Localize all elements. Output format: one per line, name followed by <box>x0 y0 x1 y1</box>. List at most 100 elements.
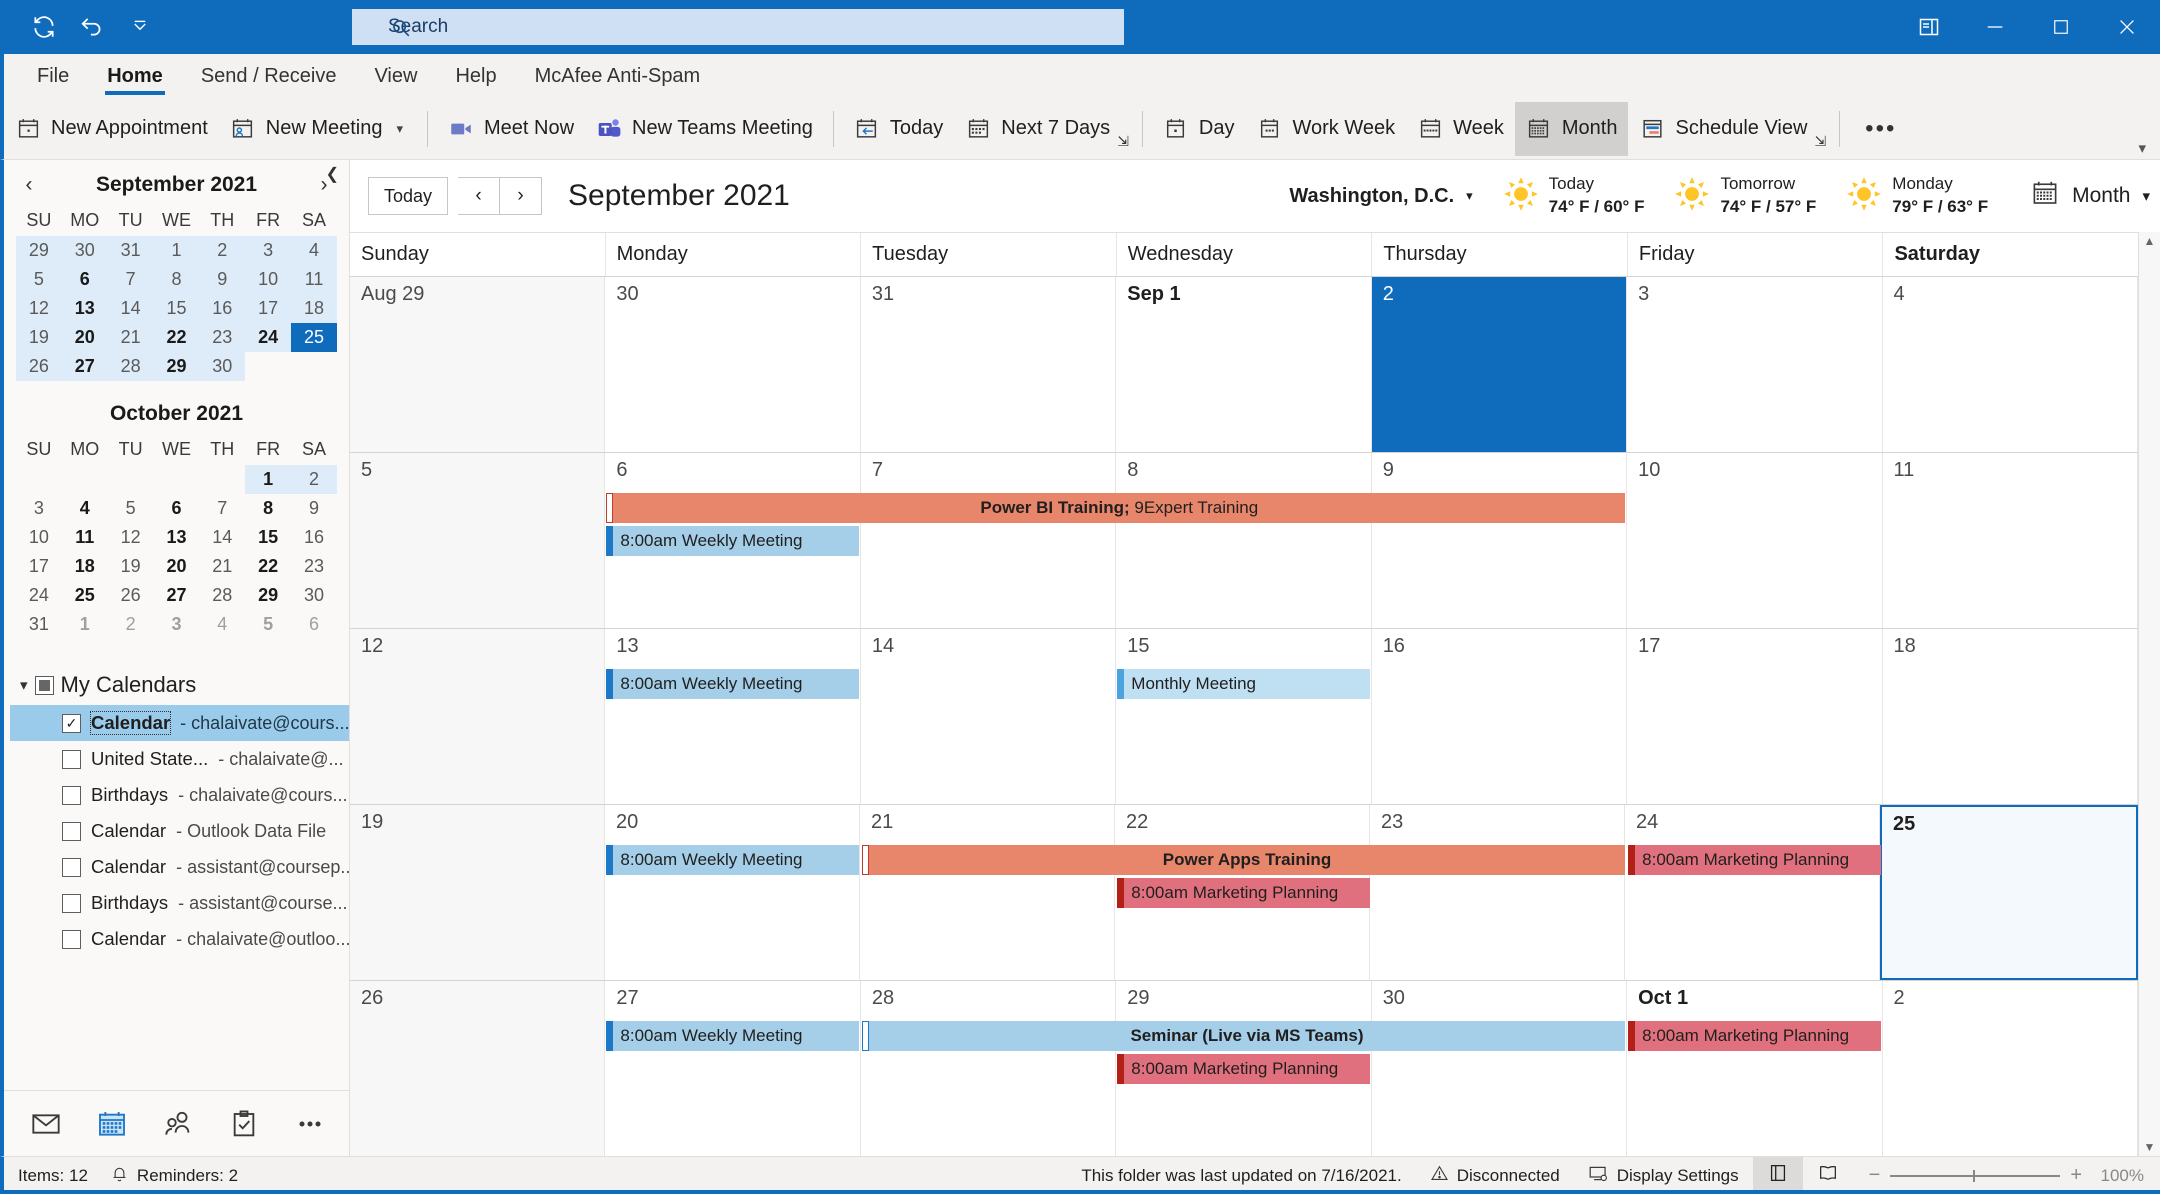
mini-cal-day[interactable]: 16 <box>291 523 337 552</box>
calendar-icon[interactable] <box>88 1100 136 1148</box>
zoom-track[interactable] <box>1890 1175 2060 1177</box>
calendar-event[interactable]: 8:00am Weekly Meeting <box>606 669 858 699</box>
tab-home[interactable]: Home <box>88 56 182 98</box>
chevron-down-icon[interactable]: ▾ <box>2142 187 2150 205</box>
previous-period-button[interactable]: ‹ <box>458 177 500 215</box>
today-button[interactable]: Today <box>843 102 954 156</box>
mini-cal-day[interactable]: 13 <box>62 294 108 323</box>
mini-cal-day[interactable]: 30 <box>199 352 245 381</box>
work-week-view-button[interactable]: Work Week <box>1246 102 1407 156</box>
calendar-checkbox[interactable]: ✓ <box>62 714 81 733</box>
calendar-vertical-scrollbar[interactable]: ▲ ▼ <box>2138 232 2160 1156</box>
mini-cal-day[interactable]: 8 <box>154 265 200 294</box>
mini-cal-day[interactable]: 24 <box>245 323 291 352</box>
mini-cal-prev-icon[interactable]: ‹ <box>16 173 42 197</box>
mini-cal-day[interactable]: 21 <box>199 552 245 581</box>
mini-cal-day[interactable]: 4 <box>291 236 337 265</box>
mini-cal-day[interactable]: 22 <box>245 552 291 581</box>
mini-cal-day[interactable]: 1 <box>62 610 108 639</box>
calendar-list-item[interactable]: Calendar- Outlook Data File <box>10 813 349 849</box>
tab-help[interactable]: Help <box>436 56 515 98</box>
reading-view-button[interactable] <box>1803 1157 1853 1194</box>
mini-cal-day[interactable]: 8 <box>245 494 291 523</box>
weather-monday[interactable]: Monday 79° F / 63° F <box>1846 173 1988 219</box>
new-teams-meeting-button[interactable]: New Teams Meeting <box>585 102 824 156</box>
calendar-list-item[interactable]: Calendar- assistant@coursep... <box>10 849 349 885</box>
scrollbar-track[interactable] <box>2143 248 2157 1140</box>
tab-view[interactable]: View <box>355 56 436 98</box>
reminders-indicator[interactable]: Reminders: 2 <box>110 1157 238 1194</box>
mini-cal-day[interactable]: 6 <box>154 494 200 523</box>
mini-cal-day[interactable]: 9 <box>291 494 337 523</box>
mini-cal-day[interactable]: 28 <box>108 352 154 381</box>
week-view-button[interactable]: Week <box>1406 102 1515 156</box>
mini-cal-day[interactable]: 3 <box>154 610 200 639</box>
mini-cal-day[interactable]: 5 <box>16 265 62 294</box>
tab-send-receive[interactable]: Send / Receive <box>182 56 356 98</box>
mini-cal-day[interactable]: 29 <box>16 236 62 265</box>
chevron-down-icon[interactable]: ▾ <box>20 676 28 694</box>
mini-cal-day[interactable]: 19 <box>16 323 62 352</box>
next-7-days-button[interactable]: Next 7 Days <box>954 102 1121 156</box>
mini-cal-day[interactable]: 20 <box>62 323 108 352</box>
mini-cal-day[interactable]: 6 <box>62 265 108 294</box>
mini-cal-day[interactable]: 10 <box>16 523 62 552</box>
calendar-event[interactable]: Seminar (Live via MS Teams) <box>862 1021 1625 1051</box>
maximize-icon[interactable] <box>2028 0 2094 54</box>
mini-cal-day[interactable]: 23 <box>291 552 337 581</box>
calendar-event[interactable]: 8:00am Weekly Meeting <box>606 526 858 556</box>
weather-tomorrow[interactable]: Tomorrow 74° F / 57° F <box>1674 173 1816 219</box>
mini-cal-day[interactable]: 14 <box>199 523 245 552</box>
calendar-checkbox[interactable] <box>62 786 81 805</box>
mini-cal-day[interactable]: 29 <box>245 581 291 610</box>
mini-cal-day[interactable]: 4 <box>62 494 108 523</box>
mini-cal-day[interactable]: 27 <box>154 581 200 610</box>
calendar-event[interactable]: 8:00am Marketing Planning <box>1117 878 1369 908</box>
calendar-list-item[interactable]: Birthdays- chalaivate@cours... <box>10 777 349 813</box>
mini-cal-day[interactable]: 1 <box>245 465 291 494</box>
mini-cal-day[interactable]: 3 <box>245 236 291 265</box>
calendar-event[interactable]: Power Apps Training <box>862 845 1625 875</box>
mini-cal-day[interactable]: 12 <box>108 523 154 552</box>
mini-cal-day[interactable]: 1 <box>154 236 200 265</box>
mini-cal-day[interactable]: 23 <box>199 323 245 352</box>
calendar-event[interactable]: 8:00am Marketing Planning <box>1628 1021 1880 1051</box>
mini-cal-day[interactable]: 22 <box>154 323 200 352</box>
sync-icon[interactable] <box>22 7 66 47</box>
connection-status[interactable]: Disconnected <box>1416 1157 1574 1194</box>
chevron-left-icon[interactable]: ❮ <box>326 164 339 184</box>
arrange-dialog-launcher[interactable]: ⇲ <box>1814 133 1826 150</box>
tab-file[interactable]: File <box>18 56 88 98</box>
zoom-slider[interactable]: − + 100% <box>1853 1164 2144 1187</box>
mini-cal-day[interactable]: 27 <box>62 352 108 381</box>
restore-pane-icon[interactable] <box>1896 0 1962 54</box>
calendar-list-item[interactable]: Birthdays- assistant@course... <box>10 885 349 921</box>
mini-cal-day[interactable]: 31 <box>108 236 154 265</box>
month-view-button[interactable]: Month <box>1515 102 1629 156</box>
mini-cal-day[interactable]: 5 <box>245 610 291 639</box>
mini-cal-day[interactable]: 31 <box>16 610 62 639</box>
mini-cal-day[interactable]: 14 <box>108 294 154 323</box>
mini-cal-day[interactable]: 25 <box>291 323 337 352</box>
meet-now-button[interactable]: Meet Now <box>437 102 585 156</box>
zoom-in-button[interactable]: + <box>2070 1164 2082 1187</box>
chevron-down-icon[interactable]: ▾ <box>2138 139 2146 157</box>
mini-cal-day[interactable]: 18 <box>291 294 337 323</box>
mini-cal-day[interactable]: 11 <box>291 265 337 294</box>
mini-cal-day[interactable]: 29 <box>154 352 200 381</box>
mail-icon[interactable] <box>22 1100 70 1148</box>
mini-cal-day[interactable]: 30 <box>62 236 108 265</box>
calendar-checkbox[interactable] <box>62 930 81 949</box>
mini-cal-day[interactable]: 21 <box>108 323 154 352</box>
mini-cal-day[interactable]: 7 <box>199 494 245 523</box>
close-icon[interactable] <box>2094 0 2160 54</box>
calendar-list-item[interactable]: United State...- chalaivate@... <box>10 741 349 777</box>
calendar-checkbox[interactable] <box>62 894 81 913</box>
schedule-view-button[interactable]: Schedule View <box>1628 102 1818 156</box>
calendar-event[interactable]: Monthly Meeting <box>1117 669 1369 699</box>
calendar-checkbox[interactable] <box>62 822 81 841</box>
new-meeting-button[interactable]: New Meeting ▾ <box>219 102 418 156</box>
mini-cal-day[interactable]: 16 <box>199 294 245 323</box>
calendar-event[interactable]: Power BI Training; 9Expert Training <box>606 493 1625 523</box>
next-period-button[interactable]: › <box>500 177 542 215</box>
